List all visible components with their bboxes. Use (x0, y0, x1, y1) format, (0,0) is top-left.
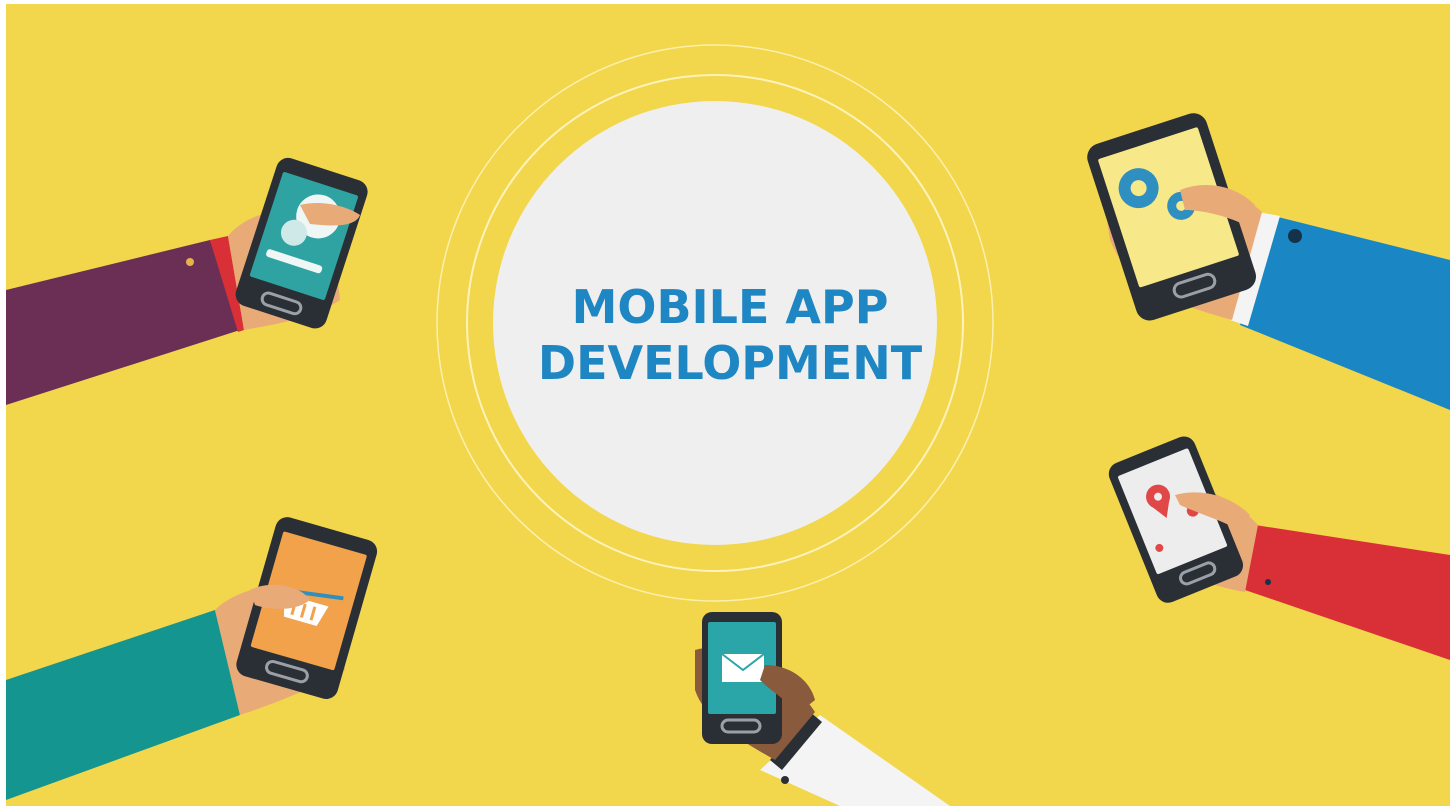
hand-phone-right-middle (1108, 436, 1450, 660)
hand-phone-top-left (6, 157, 368, 405)
title-line-2: DEVELOPMENT (537, 336, 923, 390)
hand-phone-bottom-center (695, 612, 950, 806)
hand-phone-bottom-left (6, 517, 378, 800)
hero-illustration: MOBILE APP DEVELOPMENT (6, 4, 1450, 806)
illustration-canvas (6, 44, 1450, 806)
page-title: MOBILE APP DEVELOPMENT (500, 279, 960, 391)
hand-phone-top-right (1087, 113, 1450, 410)
title-line-1: MOBILE APP (571, 280, 889, 334)
envelope-icon (721, 653, 765, 682)
